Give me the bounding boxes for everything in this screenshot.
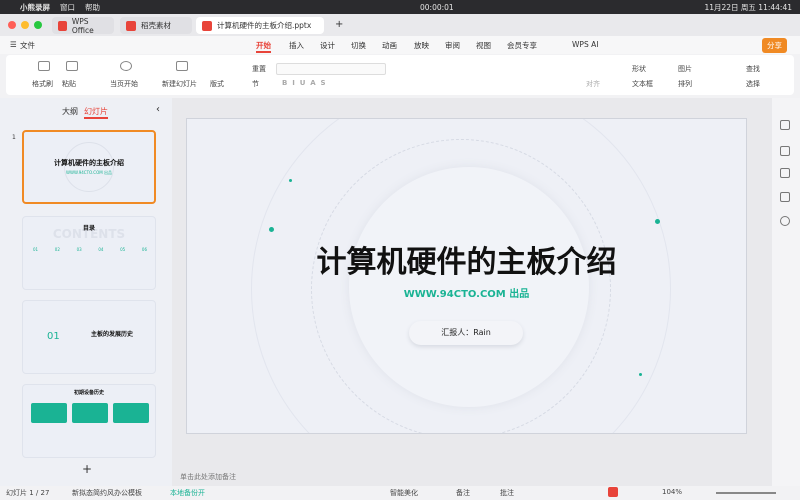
from-current-button[interactable]: 当页开始 — [110, 79, 138, 89]
deco-dot-2 — [289, 179, 292, 182]
notes-button[interactable]: 备注 — [456, 488, 470, 498]
menu-help[interactable]: 帮助 — [85, 2, 100, 13]
presenter-pill[interactable]: 汇报人：Rain — [409, 321, 523, 345]
history-icon[interactable] — [780, 216, 790, 226]
minimize-icon[interactable] — [21, 21, 29, 29]
tab-slideshow[interactable]: 放映 — [414, 40, 429, 51]
outline-tab[interactable]: 大纲 — [62, 106, 78, 117]
new-slide-button[interactable]: 新建幻灯片 — [162, 79, 197, 89]
slide-thumb-3[interactable]: 01 主板的发展历史 — [22, 300, 156, 374]
layout-button[interactable]: 版式 — [210, 79, 224, 89]
tab-animation[interactable]: 动画 — [382, 40, 397, 51]
reset-button[interactable]: 重置 — [252, 64, 266, 74]
thumb4-card-1 — [31, 403, 67, 423]
clock: 11月22日 周五 11:44:41 — [704, 2, 792, 12]
play-icon — [120, 61, 132, 71]
picture-button[interactable]: 图片 — [678, 64, 692, 74]
tab-transition[interactable]: 切换 — [351, 40, 366, 51]
wps-icon — [58, 20, 67, 31]
tab-bar: WPS Office 稻壳素材 计算机硬件的主板介绍.pptx + — [0, 14, 800, 36]
backup-status[interactable]: 本地备份开 — [170, 488, 205, 498]
format-painter-button[interactable]: 格式刷 — [32, 79, 53, 89]
shape-button[interactable]: 形状 — [632, 64, 646, 74]
tab-daoke[interactable]: 稻壳素材 — [120, 17, 192, 34]
mac-menu-bar: 小熊录屏 窗口 帮助 00:00:01 11月22日 周五 11:44:41 — [0, 0, 800, 14]
thumb1-title: 计算机硬件的主板介绍 — [54, 159, 124, 167]
thumb3-num: 01 — [47, 331, 60, 342]
slide-thumb-2[interactable]: CONTENTS 目录 01 02 03 04 05 06 — [22, 216, 156, 290]
select-button[interactable]: 选择 — [746, 79, 760, 89]
paste-icon — [66, 61, 78, 71]
design-icon[interactable] — [780, 146, 790, 156]
slide-title[interactable]: 计算机硬件的主板介绍 — [187, 237, 746, 281]
menu-window[interactable]: 窗口 — [60, 2, 75, 13]
zoom-slider[interactable] — [716, 492, 776, 494]
new-tab-icon[interactable]: + — [335, 19, 343, 30]
app-name[interactable]: 小熊录屏 — [20, 2, 50, 13]
beautify-button[interactable]: 智能美化 — [390, 488, 418, 498]
daoke-icon — [126, 20, 136, 31]
thumb4-title: 初期设备历史 — [73, 390, 104, 396]
slide-num-1: 1 — [12, 134, 16, 141]
record-time: 00:00:01 — [420, 2, 454, 12]
right-tool-panel — [772, 98, 800, 486]
theme-name[interactable]: 新拟态简约风办公模板 — [72, 488, 142, 498]
tab-pptx[interactable]: 计算机硬件的主板介绍.pptx — [196, 17, 324, 34]
arrange-button[interactable]: 排列 — [678, 79, 692, 89]
current-slide[interactable]: 计算机硬件的主板介绍 WWW.94CTO.COM 出品 汇报人：Rain — [186, 118, 747, 434]
tab-insert[interactable]: 插入 — [289, 40, 304, 51]
layers-icon[interactable] — [780, 192, 790, 202]
add-slide-button[interactable]: + — [82, 462, 92, 476]
slide-thumb-1[interactable]: 计算机硬件的主板介绍 WWW.94CTO.COM 出品 — [22, 130, 156, 204]
file-menu[interactable]: 文件 — [20, 40, 35, 51]
status-bar: 幻灯片 1 / 27 新拟态简约风办公模板 本地备份开 智能美化 备注 批注 1… — [0, 486, 800, 500]
zoom-level[interactable]: 104% — [662, 488, 682, 496]
slide-subtitle[interactable]: WWW.94CTO.COM 出品 — [187, 285, 746, 300]
slide-count: 幻灯片 1 / 27 — [6, 489, 50, 497]
thumb3-title: 主板的发展历史 — [91, 331, 134, 338]
thumb2-nums: 01 02 03 04 05 06 — [33, 247, 147, 252]
thumb2-title: 目录 — [82, 225, 95, 232]
textbox-button[interactable]: 文本框 — [632, 79, 653, 89]
pptx-icon — [202, 20, 212, 31]
tab-review[interactable]: 审阅 — [445, 40, 460, 51]
thumb4-card-2 — [72, 403, 108, 423]
deco-dot-1 — [269, 227, 274, 232]
property-icon[interactable] — [780, 120, 790, 130]
format-painter-icon — [38, 61, 50, 71]
new-slide-icon — [176, 61, 188, 71]
font-select[interactable] — [276, 63, 386, 75]
ribbon-toolbar: 格式刷 粘贴 当页开始 新建幻灯片 版式 重置 节 B I U A S 对齐 形… — [6, 55, 794, 95]
deco-dot-3 — [655, 219, 660, 224]
wps-ai[interactable]: WPS AI — [572, 40, 598, 49]
animation-icon[interactable] — [780, 168, 790, 178]
ribbon-tabs: ☰ 文件 开始 插入 设计 切换 动画 放映 审阅 视图 会员专享 WPS AI… — [0, 36, 800, 54]
tab-design[interactable]: 设计 — [320, 40, 335, 51]
section-button[interactable]: 节 — [252, 79, 259, 89]
find-button[interactable]: 查找 — [746, 64, 760, 74]
menu-icon[interactable]: ☰ — [10, 40, 17, 49]
align-button[interactable]: 对齐 — [586, 79, 600, 89]
collapse-panel-icon[interactable]: ‹ — [156, 104, 160, 115]
thumb1-sub: WWW.94CTO.COM 出品 — [66, 170, 112, 175]
slide-panel: 大纲 幻灯片 ‹ 1 计算机硬件的主板介绍 WWW.94CTO.COM 出品 C… — [0, 98, 172, 486]
tab-wps-office[interactable]: WPS Office — [52, 17, 114, 35]
notes-placeholder[interactable]: 单击此处添加备注 — [180, 472, 236, 482]
paste-button[interactable]: 粘贴 — [62, 79, 76, 89]
tab-home[interactable]: 开始 — [256, 40, 271, 53]
slides-tab[interactable]: 幻灯片 — [84, 106, 108, 119]
tab-view[interactable]: 视图 — [476, 40, 491, 51]
maximize-icon[interactable] — [34, 21, 42, 29]
play-slideshow-icon[interactable] — [608, 487, 618, 497]
tab-member[interactable]: 会员专享 — [507, 40, 537, 51]
bold-icon[interactable]: B I U A S — [282, 79, 326, 87]
deco-dot-4 — [639, 373, 642, 376]
share-button[interactable]: 分享 — [762, 38, 787, 53]
slide-thumb-4[interactable]: 初期设备历史 — [22, 384, 156, 458]
close-window-icon[interactable] — [8, 21, 16, 29]
comment-button[interactable]: 批注 — [500, 488, 514, 498]
thumb4-card-3 — [113, 403, 149, 423]
